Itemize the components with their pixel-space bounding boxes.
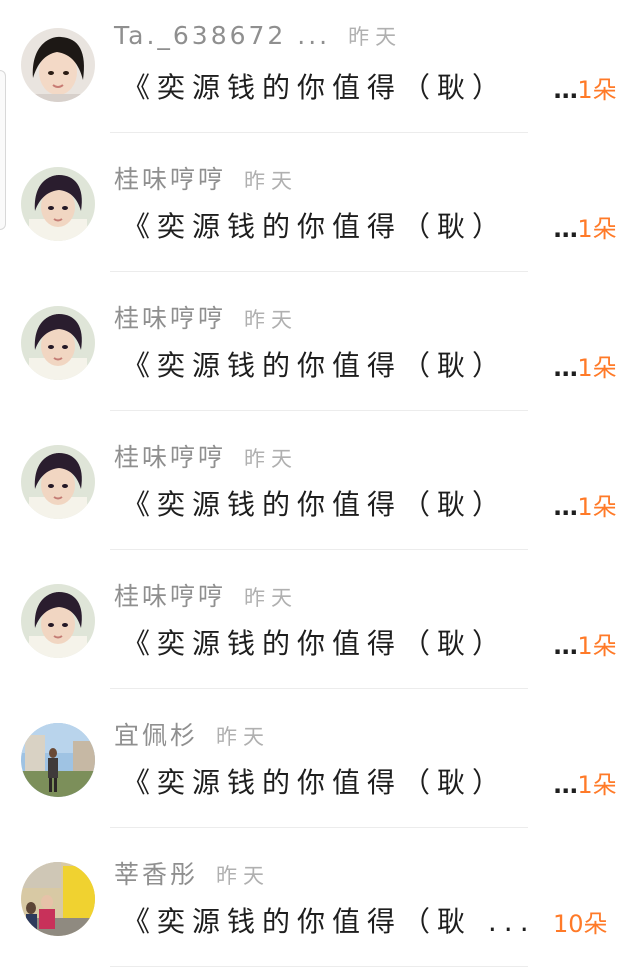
list-item[interactable]: 桂味哼哼 昨天 《奕源钱的你值得（耿） ...1朵	[0, 139, 640, 277]
divider	[110, 410, 528, 411]
divider	[110, 966, 528, 967]
user-avatar[interactable]	[21, 723, 95, 797]
divider	[110, 549, 528, 550]
username[interactable]: Ta._638672 ... 昨天	[114, 21, 402, 51]
username[interactable]: 桂味哼哼 昨天	[114, 438, 298, 474]
timestamp: 昨天	[244, 169, 299, 193]
flower-count: ...1朵	[553, 76, 617, 104]
comment-text[interactable]: 《奕源钱的你值得（耿）	[122, 761, 550, 801]
comment-text[interactable]: 《奕源钱的你值得（耿）	[122, 66, 550, 106]
timestamp: 昨天	[216, 725, 271, 749]
comment-text[interactable]: 《奕源钱的你值得（耿）	[122, 344, 550, 384]
timestamp: 昨天	[244, 586, 299, 610]
username[interactable]: 宜佩杉 昨天	[114, 716, 270, 752]
user-avatar[interactable]	[21, 306, 95, 380]
flower-count: ...1朵	[553, 493, 617, 521]
comment-text[interactable]: 《奕源钱的你值得（耿）	[122, 205, 550, 245]
divider	[110, 271, 528, 272]
divider	[110, 827, 528, 828]
user-avatar[interactable]	[21, 167, 95, 241]
user-avatar[interactable]	[21, 584, 95, 658]
list-item[interactable]: 宜佩杉 昨天 《奕源钱的你值得（耿） ...1朵	[0, 695, 640, 833]
flower-count: ...1朵	[553, 632, 617, 660]
timestamp: 昨天	[216, 864, 271, 888]
comment-text[interactable]: 《奕源钱的你值得（耿 ...	[122, 900, 550, 940]
flower-count: ...1朵	[553, 771, 617, 799]
divider	[110, 688, 528, 689]
timestamp: 昨天	[244, 308, 299, 332]
list-item[interactable]: 桂味哼哼 昨天 《奕源钱的你值得（耿） ...1朵	[0, 556, 640, 694]
list-item[interactable]: 莘香彤 昨天 《奕源钱的你值得（耿 ... 10朵	[0, 834, 640, 972]
list-item[interactable]: Ta._638672 ... 昨天 《奕源钱的你值得（耿） ...1朵	[0, 0, 640, 138]
comment-list: Ta._638672 ... 昨天 《奕源钱的你值得（耿） ...1朵 桂味哼哼昨…	[0, 0, 640, 976]
list-item[interactable]: 桂味哼哼 昨天 《奕源钱的你值得（耿） ...1朵	[0, 417, 640, 555]
username[interactable]: 桂味哼哼 昨天	[114, 299, 298, 335]
user-avatar[interactable]	[21, 445, 95, 519]
username[interactable]: 莘香彤 昨天	[114, 855, 270, 891]
flower-count: 10朵	[553, 910, 608, 938]
comment-text[interactable]: 《奕源钱的你值得（耿）	[122, 483, 550, 523]
comment-text[interactable]: 《奕源钱的你值得（耿）	[122, 622, 550, 662]
list-item[interactable]: 桂味哼哼 昨天 《奕源钱的你值得（耿） ...1朵	[0, 278, 640, 416]
timestamp: 昨天	[244, 447, 299, 471]
flower-count: ...1朵	[553, 215, 617, 243]
user-avatar[interactable]	[21, 862, 95, 936]
username[interactable]: 桂味哼哼 昨天	[114, 577, 298, 613]
timestamp: 昨天	[348, 25, 403, 49]
flower-count: ...1朵	[553, 354, 617, 382]
username[interactable]: 桂味哼哼 昨天	[114, 160, 298, 196]
user-avatar[interactable]	[21, 28, 95, 102]
divider	[110, 132, 528, 133]
